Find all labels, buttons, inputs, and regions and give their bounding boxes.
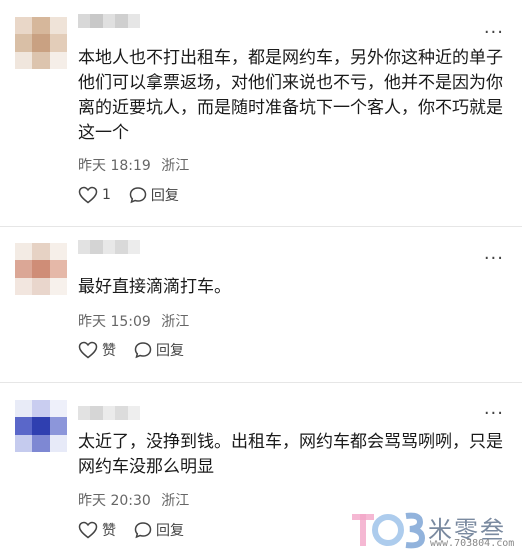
avatar[interactable] — [15, 17, 67, 69]
username-blurred[interactable] — [78, 240, 140, 254]
comment-actions: 赞 回复 — [78, 520, 202, 540]
like-label: 赞 — [102, 343, 116, 359]
comment-location: 浙江 — [161, 493, 190, 509]
reply-label: 回复 — [156, 523, 184, 539]
comment-actions: 1 回复 — [78, 185, 197, 205]
like-button[interactable]: 1 — [78, 186, 111, 204]
watermark-url: www.703804.com — [430, 538, 515, 549]
watermark-logo-icon — [352, 512, 426, 549]
comment-time: 昨天 20:30 — [78, 493, 151, 509]
watermark: 米零叁 www.703804.com — [350, 508, 515, 552]
avatar[interactable] — [15, 400, 67, 452]
like-button[interactable]: 赞 — [78, 520, 116, 540]
heart-icon — [78, 186, 98, 204]
comment-meta: 昨天 18:19 浙江 — [78, 155, 195, 175]
like-count: 1 — [102, 187, 111, 203]
more-options-icon[interactable]: ··· — [484, 405, 504, 423]
divider — [0, 382, 522, 383]
comment-actions: 赞 回复 — [78, 340, 202, 360]
avatar[interactable] — [15, 243, 67, 295]
heart-icon — [78, 521, 98, 539]
heart-icon — [78, 341, 98, 359]
more-options-icon[interactable]: ··· — [484, 24, 504, 42]
comment-time: 昨天 15:09 — [78, 314, 151, 330]
divider — [0, 226, 522, 227]
comment-time: 昨天 18:19 — [78, 158, 151, 174]
reply-bubble-icon — [134, 522, 152, 539]
reply-button[interactable]: 回复 — [129, 185, 179, 205]
reply-label: 回复 — [156, 343, 184, 359]
reply-bubble-icon — [134, 342, 152, 359]
comment-text: 太近了，没挣到钱。出租车，网约车都会骂骂咧咧，只是网约车没那么明显 — [78, 432, 503, 477]
like-button[interactable]: 赞 — [78, 340, 116, 360]
more-options-icon[interactable]: ··· — [484, 250, 504, 268]
username-blurred[interactable] — [78, 14, 140, 28]
comment-location: 浙江 — [161, 158, 190, 174]
reply-label: 回复 — [150, 188, 179, 204]
like-label: 赞 — [102, 523, 116, 539]
comment-meta: 昨天 20:30 浙江 — [78, 490, 195, 510]
comment-text: 本地人也不打出租车，都是网约车，另外你这种近的单子他们可以拿票返场，对他们来说也… — [78, 48, 503, 143]
reply-button[interactable]: 回复 — [134, 520, 184, 540]
reply-button[interactable]: 回复 — [134, 340, 184, 360]
reply-bubble-icon — [129, 187, 147, 204]
username-blurred[interactable] — [78, 406, 140, 420]
comment-location: 浙江 — [161, 314, 190, 330]
comment-text: 最好直接滴滴打车。 — [78, 277, 231, 297]
comment-meta: 昨天 15:09 浙江 — [78, 311, 195, 331]
